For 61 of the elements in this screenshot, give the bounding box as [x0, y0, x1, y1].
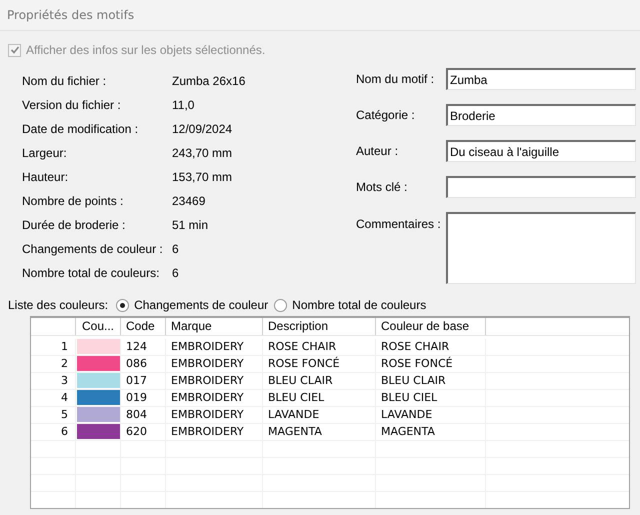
info-value: 6: [172, 266, 179, 282]
info-label: Hauteur:: [22, 170, 70, 186]
input-field[interactable]: Broderie: [446, 104, 636, 126]
info-label: Nom du fichier :: [22, 74, 108, 90]
table-cell: 804: [121, 407, 166, 423]
field-label: Auteur :: [356, 144, 400, 158]
info-label: Nombre de points :: [22, 194, 124, 210]
input-field[interactable]: Zumba: [446, 68, 636, 90]
info-label: Changements de couleur :: [22, 242, 164, 258]
radio-label[interactable]: Changements de couleur: [134, 298, 268, 312]
info-value: 51 min: [172, 218, 208, 234]
table-cell: BLEU CIEL: [263, 390, 376, 406]
table-cell: EMBROIDERY: [166, 424, 263, 440]
input-field[interactable]: Du ciseau à l'aiguille: [446, 140, 636, 162]
field-label: Nom du motif :: [356, 72, 436, 86]
row-number: 1: [31, 339, 76, 355]
info-label: Nombre total de couleurs:: [22, 266, 160, 282]
table-cell: MAGENTA: [376, 424, 486, 440]
field-label: Catégorie :: [356, 108, 416, 122]
table-cell: 017: [121, 373, 166, 389]
table-cell: EMBROIDERY: [166, 407, 263, 423]
field-label: Commentaires :: [356, 216, 442, 233]
info-value: 243,70 mm: [172, 146, 232, 162]
row-number: 6: [31, 424, 76, 440]
table-cell: LAVANDE: [263, 407, 376, 423]
table-cell: EMBROIDERY: [166, 356, 263, 372]
info-value: 11,0: [172, 98, 194, 114]
table-cell: MAGENTA: [263, 424, 376, 440]
table-cell: BLEU CLAIR: [376, 373, 486, 389]
info-label: Largeur:: [22, 146, 68, 162]
table-cell: ROSE CHAIR: [263, 339, 376, 355]
window-title: Propriétés des motifs: [7, 8, 134, 22]
info-value: 12/09/2024: [172, 122, 232, 138]
table-cell: EMBROIDERY: [166, 339, 263, 355]
info-value: 23469: [172, 194, 206, 210]
field-label: Mots clé :: [356, 180, 408, 194]
info-label: Date de modification :: [22, 122, 140, 138]
table-cell: 019: [121, 390, 166, 406]
checkbox-label: Afficher des infos sur les objets sélectionnés.: [26, 43, 266, 57]
table-cell: ROSE FONCÉ: [376, 356, 486, 372]
table-cell: BLEU CLAIR: [263, 373, 376, 389]
table-cell: BLEU CIEL: [376, 390, 486, 406]
table-cell: ROSE CHAIR: [376, 339, 486, 355]
table-cell: LAVANDE: [376, 407, 486, 423]
info-value: 153,70 mm: [172, 170, 232, 186]
table-cell: ROSE FONCÉ: [263, 356, 376, 372]
row-number: 3: [31, 373, 76, 389]
table-cell: 620: [121, 424, 166, 440]
table-cell: 086: [121, 356, 166, 372]
info-label: Durée de broderie :: [22, 218, 126, 234]
table-cell: 124: [121, 339, 166, 355]
info-label: Version du fichier :: [22, 98, 122, 114]
row-number: 4: [31, 390, 76, 406]
row-number: 2: [31, 356, 76, 372]
info-value: Zumba 26x16: [172, 74, 246, 90]
table-cell: EMBROIDERY: [166, 373, 263, 389]
color-list-label: Liste des couleurs:: [8, 298, 108, 312]
radio-label[interactable]: Nombre total de couleurs: [292, 298, 426, 312]
info-value: 6: [172, 242, 179, 258]
table-cell: EMBROIDERY: [166, 390, 263, 406]
row-number: 5: [31, 407, 76, 423]
